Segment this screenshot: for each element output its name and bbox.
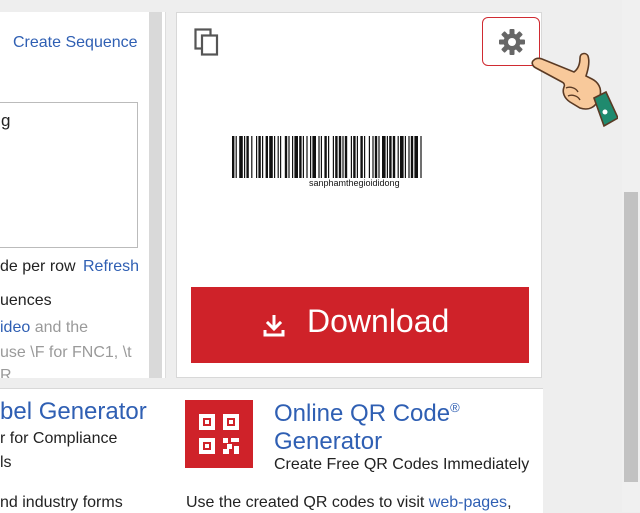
barcode-bar bbox=[378, 136, 380, 178]
barcode-bar bbox=[397, 136, 399, 178]
download-label: Download bbox=[307, 303, 450, 339]
label-generator-link[interactable]: bel Generator bbox=[0, 398, 147, 426]
barcode-bar bbox=[274, 136, 276, 178]
sequences-label: uences bbox=[0, 292, 52, 309]
barcode-bar bbox=[410, 136, 414, 178]
barcode-bar bbox=[324, 136, 327, 178]
registered-mark: ® bbox=[450, 400, 460, 415]
barcode-bar bbox=[312, 136, 316, 178]
barcode-bar bbox=[235, 136, 237, 178]
download-button[interactable]: Download bbox=[191, 287, 529, 363]
barcode-bar bbox=[408, 136, 410, 178]
barcode-bar bbox=[392, 136, 396, 178]
hint-r: R bbox=[0, 367, 12, 378]
pointing-hand-icon bbox=[531, 52, 618, 128]
qr-generator-subtitle: Create Free QR Codes Immediately bbox=[274, 456, 530, 473]
barcode-bar bbox=[288, 136, 290, 178]
barcode-bar bbox=[239, 136, 243, 178]
barcode-bar bbox=[294, 136, 298, 178]
video-hint-text: and the bbox=[30, 319, 89, 336]
gear-icon bbox=[499, 29, 525, 55]
barcode-bar bbox=[232, 136, 235, 178]
barcode-bar bbox=[265, 136, 268, 178]
barcode-bar bbox=[251, 136, 253, 178]
barcode-bar bbox=[420, 136, 422, 178]
left-panel-scrollbar[interactable] bbox=[149, 12, 162, 378]
barcode-bar bbox=[342, 136, 344, 178]
barcode-bar bbox=[302, 136, 304, 178]
barcode-bar bbox=[306, 136, 308, 178]
video-hint: ideo and the bbox=[0, 319, 88, 337]
barcode-bar bbox=[414, 136, 418, 178]
qr-use-text: Use the created QR codes to visit bbox=[186, 494, 429, 511]
qr-generator-link-line2[interactable]: Generator bbox=[274, 428, 382, 456]
qr-generator-link[interactable]: Online QR Code® bbox=[274, 400, 460, 428]
barcode-bar bbox=[350, 136, 352, 178]
fnc-hint: use \F for FNC1, \t bbox=[0, 344, 132, 361]
barcode-image bbox=[232, 136, 422, 178]
create-sequence-link[interactable]: Create Sequence bbox=[13, 34, 138, 52]
qr-title-text: Online QR Code bbox=[274, 400, 451, 427]
barcode-bar bbox=[246, 136, 249, 178]
qr-generator-description: Use the created QR codes to visit web-pa… bbox=[186, 494, 512, 512]
barcode-bar bbox=[400, 136, 404, 178]
page-scrollbar-thumb[interactable] bbox=[624, 192, 638, 482]
web-pages-link[interactable]: web-pages bbox=[429, 494, 507, 511]
barcode-bar bbox=[318, 136, 320, 178]
barcode-bar bbox=[364, 136, 366, 178]
barcode-bar bbox=[256, 136, 258, 178]
barcode-bar bbox=[344, 136, 348, 178]
barcode-bar bbox=[368, 136, 370, 178]
label-generator-subtitle-2: ls bbox=[0, 454, 12, 471]
refresh-link[interactable]: Refresh bbox=[83, 258, 139, 276]
per-row-label: de per row bbox=[0, 258, 76, 275]
barcode-bar bbox=[244, 136, 246, 178]
barcode-bar bbox=[292, 136, 294, 178]
sequence-settings-panel: Create Sequence g de per row Refresh uen… bbox=[0, 12, 166, 378]
barcode-bar bbox=[320, 136, 322, 178]
barcode-bar bbox=[356, 136, 358, 178]
barcode-bar bbox=[360, 136, 363, 178]
barcode-bar bbox=[353, 136, 356, 178]
barcode-bar bbox=[386, 136, 388, 178]
label-generator-subtitle: r for Compliance bbox=[0, 430, 118, 447]
label-generator-description: nd industry forms bbox=[0, 494, 123, 511]
barcode-bar bbox=[258, 136, 261, 178]
barcode-bar bbox=[310, 136, 312, 178]
barcode-bar bbox=[262, 136, 264, 178]
barcode-caption: sanphamthegioididong bbox=[309, 178, 400, 188]
barcode-bar bbox=[389, 136, 392, 178]
barcode-bar bbox=[338, 136, 342, 178]
barcode-bar bbox=[382, 136, 386, 178]
qr-use-suffix: , bbox=[507, 494, 512, 511]
barcode-bar bbox=[269, 136, 273, 178]
video-link[interactable]: ideo bbox=[0, 319, 30, 336]
barcode-bar bbox=[332, 136, 334, 178]
barcode-bar bbox=[280, 136, 282, 178]
barcode-data-textarea[interactable]: g bbox=[0, 102, 138, 248]
barcode-bar bbox=[372, 136, 374, 178]
barcode-bar bbox=[299, 136, 302, 178]
qr-code-icon[interactable] bbox=[185, 400, 253, 468]
barcode-bar bbox=[404, 136, 406, 178]
copy-icon[interactable] bbox=[194, 28, 220, 56]
barcode-bar bbox=[284, 136, 288, 178]
barcode-bar bbox=[374, 136, 378, 178]
download-arrow-icon bbox=[263, 315, 285, 337]
textarea-value: g bbox=[1, 111, 11, 130]
barcode-bar bbox=[277, 136, 279, 178]
barcode-bar bbox=[328, 136, 330, 178]
barcode-bar bbox=[335, 136, 338, 178]
